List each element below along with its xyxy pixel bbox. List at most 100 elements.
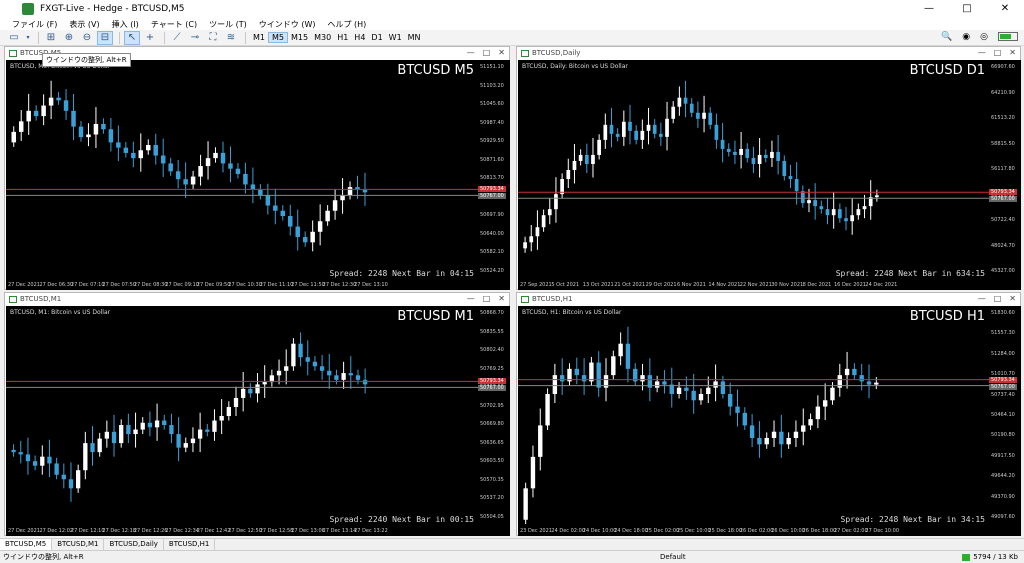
price-tick-label: 66907.60 bbox=[991, 64, 1015, 70]
time-axis: 27 Dec 2021 27 Dec 06:30 27 Dec 07:10 27 De… bbox=[6, 280, 478, 290]
chart-maximize-button[interactable]: □ bbox=[994, 47, 1002, 59]
tab-btcusd-h1[interactable]: BTCUSD,H1 bbox=[164, 539, 216, 550]
chart-maximize-button[interactable]: □ bbox=[483, 293, 491, 305]
chart-maximize-button[interactable]: □ bbox=[483, 47, 491, 59]
timeframe-m30[interactable]: M30 bbox=[311, 33, 334, 42]
horizontal-line-icon[interactable]: ⊸ bbox=[187, 31, 203, 45]
time-tick-label: 24 Dec 18:00 bbox=[614, 528, 648, 534]
chart-window-header[interactable]: BTCUSD,H1 — □ ✕ bbox=[517, 293, 1020, 305]
timeframe-h4[interactable]: H4 bbox=[351, 33, 368, 42]
timeframe-m15[interactable]: M15 bbox=[288, 33, 311, 42]
crosshair-grid-icon[interactable]: ⊞ bbox=[43, 31, 59, 45]
candle-body bbox=[874, 382, 879, 385]
zoom-in-icon[interactable]: ⊕ bbox=[61, 31, 77, 45]
crosshair-icon[interactable]: + bbox=[142, 31, 158, 45]
community-icon[interactable]: ◎ bbox=[980, 32, 988, 42]
candle-body bbox=[332, 200, 338, 211]
close-button[interactable]: ✕ bbox=[986, 0, 1024, 18]
price-tick-label: 50871.60 bbox=[480, 156, 504, 163]
chart-window[interactable]: BTCUSD,M1 — □ ✕ 50868.70 50835.55 50802.40 5076… bbox=[4, 292, 510, 536]
chart-close-button[interactable]: ✕ bbox=[498, 47, 505, 59]
symbol-watermark: BTCUSD H1 bbox=[909, 309, 985, 324]
timeframe-mn[interactable]: MN bbox=[405, 33, 424, 42]
candle-body bbox=[183, 179, 188, 185]
trendline-icon[interactable]: ⟋ bbox=[169, 31, 185, 45]
price-tick-label: 50570.35 bbox=[480, 476, 504, 483]
candlestick-chart[interactable]: 51830.60 51557.30 51284.00 51010.70 50737.40… bbox=[518, 306, 1021, 536]
candle-body bbox=[255, 384, 260, 394]
chart-minimize-button[interactable]: — bbox=[978, 47, 986, 59]
chart-window-header[interactable]: BTCUSD,Daily — □ ✕ bbox=[517, 47, 1020, 59]
menu-view[interactable]: 表示 (V) bbox=[63, 19, 105, 30]
fibonacci-icon[interactable]: ≋ bbox=[223, 31, 239, 45]
chart-close-button[interactable]: ✕ bbox=[1009, 293, 1016, 305]
price-axis: 51151.10 51103.20 51045.60 50987.40 50929.50… bbox=[478, 60, 508, 278]
timeframe-h1[interactable]: H1 bbox=[334, 33, 351, 42]
tab-btcusd-daily[interactable]: BTCUSD,Daily bbox=[104, 539, 164, 550]
tile-windows-icon[interactable]: ⊟ bbox=[97, 30, 113, 45]
chart-close-button[interactable]: ✕ bbox=[498, 293, 505, 305]
time-tick-label: 25 Dec 02:00 bbox=[645, 528, 680, 534]
candle-body bbox=[572, 160, 577, 170]
candle-body bbox=[689, 103, 694, 113]
minimize-button[interactable]: — bbox=[910, 0, 948, 18]
chart-window-controls: — □ ✕ bbox=[978, 293, 1016, 305]
dropdown-icon[interactable]: ▾ bbox=[24, 31, 32, 45]
candle-body bbox=[654, 381, 660, 388]
account-icon[interactable]: ◉ bbox=[962, 32, 970, 42]
chart-minimize-button[interactable]: — bbox=[467, 293, 475, 305]
cursor-icon[interactable]: ↖ bbox=[124, 30, 140, 45]
menu-insert[interactable]: 挿入 (I) bbox=[106, 19, 145, 30]
chart-minimize-button[interactable]: — bbox=[978, 293, 986, 305]
candle-body bbox=[32, 461, 38, 466]
search-icon[interactable]: 🔍 bbox=[941, 32, 952, 42]
price-tick-label: 50737.40 bbox=[991, 391, 1015, 398]
timeframe-m5[interactable]: M5 bbox=[268, 32, 288, 43]
candlestick-chart[interactable]: 51151.10 51103.20 51045.60 50987.40 50929.50… bbox=[6, 60, 510, 290]
chart-window-header[interactable]: BTCUSD,M1 — □ ✕ bbox=[5, 293, 509, 305]
new-chart-icon[interactable]: ▭ bbox=[6, 31, 22, 45]
menu-window[interactable]: ウインドウ (W) bbox=[253, 19, 322, 30]
time-tick-label: 5 Oct 2021 bbox=[551, 282, 580, 288]
tab-btcusd-m5[interactable]: BTCUSD,M5 bbox=[0, 539, 53, 550]
profile-name[interactable]: Default bbox=[660, 553, 686, 561]
price-tick-label: 51830.60 bbox=[991, 310, 1015, 316]
candle-body bbox=[749, 425, 755, 439]
timeframe-m1[interactable]: M1 bbox=[250, 33, 268, 42]
chart-minimize-button[interactable]: — bbox=[467, 47, 475, 59]
time-tick-label: 27 Dec 12:10 bbox=[70, 528, 105, 534]
tab-btcusd-m1[interactable]: BTCUSD,M1 bbox=[52, 539, 105, 550]
price-axis: 51830.60 51557.30 51284.00 51010.70 50737.40… bbox=[989, 306, 1019, 524]
candle-body bbox=[578, 154, 583, 161]
maximize-button[interactable]: □ bbox=[948, 0, 986, 18]
timeframe-w1[interactable]: W1 bbox=[386, 33, 405, 42]
candle-body bbox=[530, 456, 536, 489]
chart-window[interactable]: BTCUSD,M5— □ ✕ 51151.10 51103.20 51045.60 5098… bbox=[4, 46, 510, 290]
candle-body bbox=[621, 121, 626, 137]
candle-body bbox=[813, 200, 818, 207]
time-tick-label: 27 Dec 02:00 bbox=[834, 528, 868, 534]
menu-tools[interactable]: ツール (T) bbox=[203, 19, 253, 30]
menu-help[interactable]: ヘルプ (H) bbox=[321, 19, 372, 30]
chart-maximize-button[interactable]: □ bbox=[994, 293, 1002, 305]
candlestick-chart[interactable]: 50868.7050835.5550802.4050769.2550736.10… bbox=[6, 306, 510, 536]
channel-icon[interactable]: ⛶ bbox=[205, 31, 221, 45]
candle-body bbox=[93, 123, 99, 135]
candle-body bbox=[226, 406, 231, 416]
chart-window[interactable]: BTCUSD,Daily — □ ✕ 66907.60 64210.90 61513.20 5… bbox=[516, 46, 1021, 290]
candlestick-chart[interactable]: 66907.60 64210.90 61513.20 58815.50 56117.80… bbox=[518, 60, 1021, 290]
chart-close-button[interactable]: ✕ bbox=[1009, 47, 1016, 59]
candle-body bbox=[288, 216, 293, 227]
chart-window-title: BTCUSD,M1 bbox=[20, 295, 62, 303]
candle-body bbox=[757, 154, 762, 164]
timeframe-d1[interactable]: D1 bbox=[368, 33, 385, 42]
chart-window[interactable]: BTCUSD,H1— □ ✕ 51830.60 51557.30 51284.00 5101… bbox=[516, 292, 1021, 536]
candle-body bbox=[33, 110, 39, 117]
zoom-out-icon[interactable]: ⊖ bbox=[79, 31, 95, 45]
window-title: FXGT-Live - Hedge - BTCUSD,M5 bbox=[40, 4, 185, 14]
menu-chart[interactable]: チャート (C) bbox=[145, 19, 203, 30]
menu-file[interactable]: ファイル (F) bbox=[6, 19, 63, 30]
price-tick-label: 50769.25 bbox=[480, 365, 504, 372]
candle-body bbox=[347, 187, 353, 195]
price-tick-label: 58815.50 bbox=[991, 140, 1015, 147]
